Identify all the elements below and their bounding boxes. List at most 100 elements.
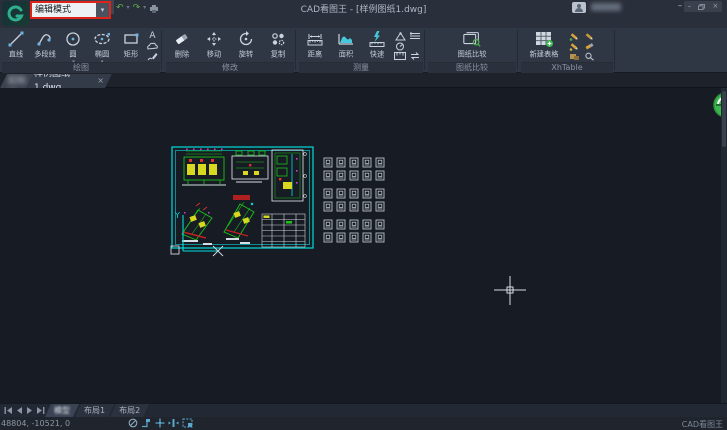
group-separator xyxy=(161,30,162,70)
list-measure-icon[interactable] xyxy=(409,31,422,41)
group-label-xhtable: XhTable xyxy=(521,62,613,73)
last-layout-icon[interactable] xyxy=(36,407,45,414)
group-measure: 距离 面积 快速 xyxy=(299,28,423,62)
quick-measure-button[interactable]: 快速 xyxy=(362,30,393,60)
tab-active-drawing[interactable]: 样例图纸1.dwg × xyxy=(26,74,112,88)
pan-mode-icon[interactable] xyxy=(128,418,138,428)
blurred-username xyxy=(591,3,621,11)
circle-button[interactable]: 圆 ▾ xyxy=(59,30,88,64)
tab-layout2[interactable]: 布局2 xyxy=(110,404,149,417)
next-layout-icon[interactable] xyxy=(26,407,33,414)
ucs-y-label: Y xyxy=(174,211,180,220)
doc-minimize-button[interactable]: – xyxy=(688,1,692,12)
rectangle-button[interactable]: 矩形 xyxy=(116,30,145,60)
group-draw: 直线 多段线 圆 ▾ 椭圆 ▾ 矩形 xyxy=(2,28,160,62)
block-symbol-grid xyxy=(324,158,384,242)
group-label-draw: 绘图 xyxy=(2,62,160,73)
status-toggle-icons xyxy=(128,418,193,428)
layout-nav-buttons xyxy=(0,407,49,414)
split-view-icon[interactable] xyxy=(168,418,179,428)
drawing-compare-button[interactable]: 图纸比较 xyxy=(446,30,498,60)
crosshair-toggle-icon[interactable] xyxy=(155,418,165,428)
distance-button[interactable]: 距离 xyxy=(299,30,330,60)
ortho-mode-icon[interactable] xyxy=(141,418,152,428)
user-account-area[interactable] xyxy=(572,1,621,13)
table-stamp-icon[interactable] xyxy=(568,51,581,61)
ellipse-button[interactable]: 椭圆 ▾ xyxy=(88,30,117,64)
group-separator xyxy=(614,30,615,70)
doc-restore-button[interactable] xyxy=(698,4,705,10)
swap-units-icon[interactable] xyxy=(409,51,422,61)
document-window-controls: – × xyxy=(684,1,722,12)
area-icon xyxy=(336,30,356,48)
rotate-button[interactable]: 旋转 xyxy=(230,30,262,60)
undo-dropdown-icon[interactable]: ▾ xyxy=(127,2,130,14)
measure-extra-col1 xyxy=(393,30,408,62)
quick-access-toolbar: ↶ ▾ ↷ ▾ xyxy=(116,2,159,14)
rotate-icon xyxy=(236,30,256,48)
group-separator xyxy=(424,30,425,70)
table-search-icon[interactable] xyxy=(583,51,596,61)
brand-label: CAD看图王 xyxy=(682,419,723,430)
selection-box-icon[interactable] xyxy=(182,418,193,428)
tab-model[interactable]: 模型 xyxy=(45,404,79,417)
view-iso-mid xyxy=(224,195,254,240)
crosshair-cursor xyxy=(494,276,526,305)
logo-glyph xyxy=(7,5,25,23)
text-tool-icon[interactable]: A xyxy=(146,31,159,41)
xhtable-extra-col2 xyxy=(582,30,597,62)
coordinate-measure-icon[interactable] xyxy=(394,51,407,61)
copy-icon xyxy=(268,30,288,48)
tab-layout1[interactable]: 布局1 xyxy=(75,404,114,417)
cursor-coordinates: 48804, -10521, 0 xyxy=(1,419,70,428)
chevron-down-icon[interactable]: ▾ xyxy=(96,3,109,17)
line-icon xyxy=(6,30,26,48)
prev-layout-icon[interactable] xyxy=(16,407,23,414)
table-edit-pencil-icon[interactable] xyxy=(568,31,581,41)
drawing-canvas[interactable]: Y xyxy=(0,88,727,403)
view-machine-front xyxy=(182,149,226,186)
group-xhtable: 新建表格 xyxy=(521,28,613,62)
group-label-compare: 图纸比较 xyxy=(428,62,516,73)
move-button[interactable]: 移动 xyxy=(198,30,230,60)
cad-drawing: Y xyxy=(0,88,727,403)
app-logo-icon[interactable] xyxy=(2,1,29,26)
measure-extra-col2 xyxy=(408,30,423,62)
edit-mode-dropdown[interactable]: 编辑模式 ▾ xyxy=(30,1,111,19)
circle-icon xyxy=(63,30,83,48)
doc-close-button[interactable]: × xyxy=(713,1,719,12)
vertical-scrollbar[interactable] xyxy=(721,88,727,403)
new-table-button[interactable]: 新建表格 xyxy=(521,30,567,60)
undo-icon[interactable]: ↶ xyxy=(116,2,124,14)
group-modify: 删除 移动 旋转 复制 xyxy=(166,28,294,62)
redo-icon[interactable]: ↷ xyxy=(133,2,141,14)
first-layout-icon[interactable] xyxy=(4,407,13,414)
group-label-modify: 修改 xyxy=(166,62,294,73)
rectangle-icon xyxy=(121,30,141,48)
view-section xyxy=(272,150,306,201)
group-label-measure: 测量 xyxy=(299,62,423,73)
arc-measure-icon[interactable] xyxy=(394,41,407,51)
table-brush-icon[interactable] xyxy=(568,41,581,51)
user-avatar-icon[interactable] xyxy=(572,2,586,13)
group-separator xyxy=(295,30,296,70)
copy-button[interactable]: 复制 xyxy=(262,30,294,60)
view-iso-left xyxy=(182,203,212,242)
scrollbar-thumb[interactable] xyxy=(722,91,726,147)
print-icon[interactable] xyxy=(149,4,159,13)
draw-extra-tools: A xyxy=(145,30,160,62)
revision-cloud-icon[interactable] xyxy=(146,41,159,51)
angle-measure-icon[interactable] xyxy=(394,31,407,41)
move-icon xyxy=(204,30,224,48)
close-tab-icon[interactable]: × xyxy=(97,74,104,88)
table-eraser2-icon[interactable] xyxy=(583,41,596,51)
freehand-pen-icon[interactable] xyxy=(146,51,159,61)
polyline-button[interactable]: 多段线 xyxy=(31,30,60,60)
title-block-table xyxy=(262,214,305,247)
xhtable-extra-col1 xyxy=(567,30,582,62)
redo-dropdown-icon[interactable]: ▾ xyxy=(143,2,146,14)
erase-button[interactable]: 删除 xyxy=(166,30,198,60)
area-button[interactable]: 面积 xyxy=(330,30,361,60)
table-pen2-icon[interactable] xyxy=(583,31,596,41)
line-button[interactable]: 直线 xyxy=(2,30,31,60)
